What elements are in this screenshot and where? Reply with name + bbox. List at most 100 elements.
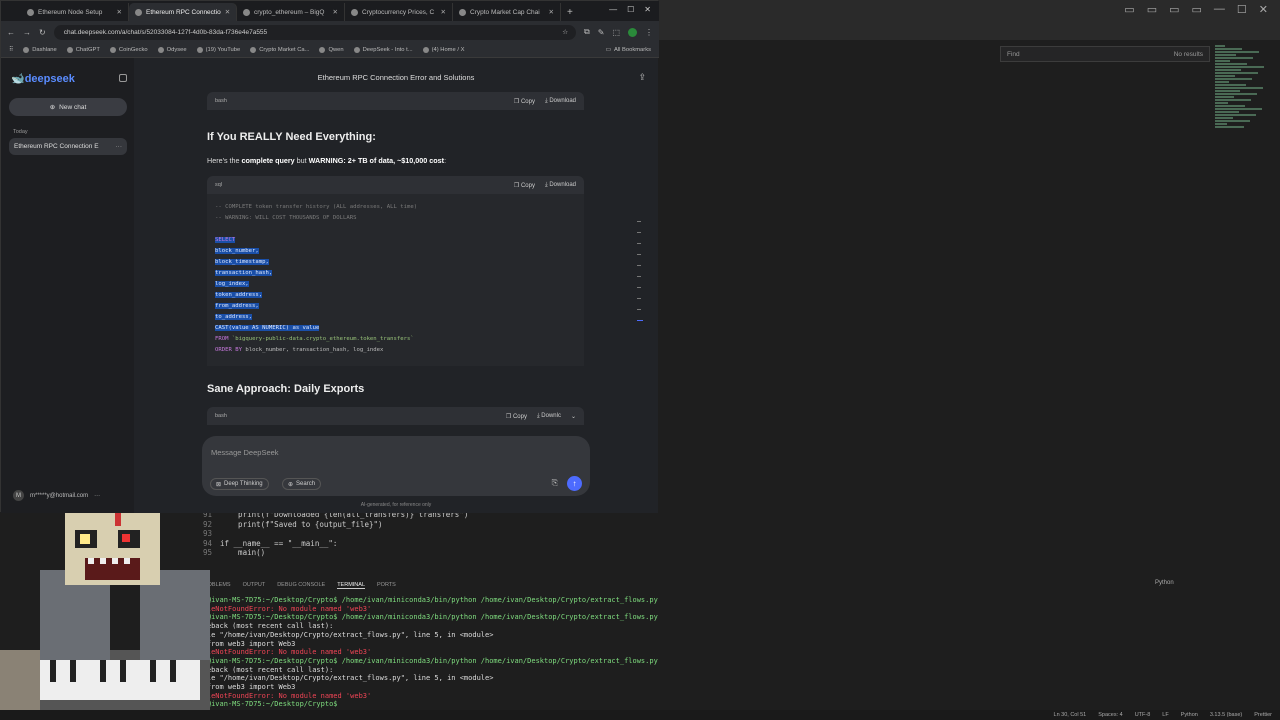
status-item[interactable]: Ln 30, Col 51 bbox=[1054, 712, 1087, 718]
extensions-icon[interactable]: ⧉ bbox=[584, 27, 590, 37]
back-icon[interactable]: ← bbox=[7, 28, 15, 37]
status-item[interactable]: UTF-8 bbox=[1135, 712, 1151, 718]
code-language: bash bbox=[215, 98, 227, 104]
terminal[interactable]: ivan@ivan-MS-7D75:~/Desktop/Crypto$ /hom… bbox=[190, 596, 1190, 709]
share-icon[interactable]: ⇪ bbox=[638, 72, 646, 83]
url-bar[interactable]: chat.deepseek.com/a/chat/s/52033084-127f… bbox=[53, 24, 577, 40]
sidebar-collapse-icon[interactable] bbox=[119, 74, 127, 82]
bookmark-label: (19) YouTube bbox=[205, 47, 241, 53]
user-menu-icon[interactable]: ··· bbox=[94, 493, 100, 499]
panel-tab-terminal[interactable]: TERMINAL bbox=[337, 582, 365, 589]
copy-button[interactable]: ❐ Copy bbox=[514, 98, 535, 105]
terminal-line: ModuleNotFoundError: No module named 'we… bbox=[190, 648, 372, 657]
tab-close-icon[interactable]: ✕ bbox=[441, 8, 446, 16]
minimize-icon[interactable]: — bbox=[609, 5, 617, 14]
tab-close-icon[interactable]: ✕ bbox=[117, 8, 122, 16]
message-input[interactable]: Message DeepSeek bbox=[211, 448, 279, 457]
attach-icon[interactable]: ⎘ bbox=[552, 478, 558, 488]
download-button[interactable]: ⤓ Download bbox=[545, 98, 576, 105]
bookmark-item[interactable]: Odysee bbox=[157, 47, 187, 53]
edit-icon[interactable]: ✎ bbox=[598, 28, 605, 37]
status-item[interactable]: LF bbox=[1162, 712, 1168, 718]
editor-code[interactable]: 91 print(f"Downloaded {len(all_transfers… bbox=[190, 510, 690, 558]
more-options-icon[interactable]: ··· bbox=[116, 143, 128, 150]
copy-button[interactable]: ❐ Copy bbox=[506, 413, 527, 420]
chevron-down-icon[interactable]: ⌄ bbox=[571, 413, 576, 420]
status-item[interactable]: Prettier bbox=[1254, 712, 1272, 718]
bookmark-item[interactable]: Qwen bbox=[319, 47, 344, 53]
bookmark-item[interactable]: Crypto Market Ca... bbox=[250, 47, 309, 53]
profile-avatar[interactable] bbox=[628, 27, 637, 37]
apps-icon[interactable]: ⠿ bbox=[9, 47, 13, 53]
tab-label: Ethereum Node Setup bbox=[38, 8, 103, 16]
bookmark-item[interactable]: Dashlane bbox=[23, 47, 57, 53]
reload-icon[interactable]: ↻ bbox=[39, 28, 46, 37]
search-button[interactable]: ⊕ Search bbox=[282, 478, 322, 490]
bookmark-item[interactable]: (4) Home / X bbox=[422, 47, 465, 53]
maximize-icon[interactable]: ☐ bbox=[627, 5, 634, 14]
tab-favicon-icon bbox=[243, 8, 250, 16]
user-profile[interactable]: Mm*****y@hotmail.com ··· bbox=[13, 490, 100, 501]
bookmark-item[interactable]: DeepSeek - Into t... bbox=[353, 47, 413, 53]
download-button[interactable]: ⤓ Downlc bbox=[537, 413, 561, 420]
deepseek-logo[interactable]: 🐋deepseek bbox=[11, 72, 75, 85]
section-heading: If You REALLY Need Everything: bbox=[207, 131, 376, 143]
history-item[interactable]: Ethereum RPC Connection E ··· bbox=[9, 138, 127, 155]
tab-close-icon[interactable]: ✕ bbox=[225, 8, 230, 16]
terminal-shell-label[interactable]: Python bbox=[1155, 580, 1174, 586]
status-item[interactable]: Python bbox=[1181, 712, 1198, 718]
copy-button[interactable]: ❐ Copy bbox=[514, 182, 535, 189]
forward-icon[interactable]: → bbox=[23, 28, 31, 37]
browser-tab[interactable]: crypto_ethereum – BigQ ✕ bbox=[237, 3, 345, 21]
terminal-line: ivan@ivan-MS-7D75:~/Desktop/Crypto$ /hom… bbox=[190, 613, 658, 622]
tab-close-icon[interactable]: ✕ bbox=[549, 8, 554, 16]
find-widget[interactable]: Find No results bbox=[1000, 46, 1210, 62]
code-field: from_address, bbox=[215, 303, 259, 309]
sql-code-block[interactable]: -- COMPLETE token transfer history (ALL … bbox=[207, 194, 584, 366]
browser-tab[interactable]: Cryptocurrency Prices, C ✕ bbox=[345, 3, 453, 21]
bookmark-item[interactable]: CoinGecko bbox=[109, 47, 148, 53]
tab-favicon-icon bbox=[27, 8, 34, 16]
code-block-header: bash ❐ Copy ⤓ Download bbox=[207, 92, 584, 110]
code-field: to_address, bbox=[215, 314, 253, 320]
new-tab-icon[interactable]: + bbox=[567, 7, 573, 18]
message-composer[interactable]: Message DeepSeek ⊠ Deep Thinking ⊕ Search … bbox=[202, 436, 590, 496]
bookmark-item[interactable]: ChatGPT bbox=[66, 47, 100, 53]
new-chat-icon: ⊕ bbox=[49, 104, 56, 111]
panel-tab-debug-console[interactable]: DEBUG CONSOLE bbox=[277, 582, 325, 588]
bookmark-favicon-icon bbox=[66, 47, 73, 53]
status-item[interactable]: 3.13.5 (base) bbox=[1210, 712, 1242, 718]
history-group-label: Today bbox=[13, 129, 28, 135]
menu-icon[interactable]: ⋮ bbox=[645, 28, 653, 37]
window-controls[interactable]: — ☐ ✕ bbox=[609, 5, 651, 14]
terminal-line: File "/home/ivan/Desktop/Crypto/extract_… bbox=[190, 674, 494, 683]
deep-thinking-button[interactable]: ⊠ Deep Thinking bbox=[210, 478, 269, 490]
tab-label: Crypto Market Cap Chai bbox=[470, 8, 540, 16]
bookmark-label: DeepSeek - Into t... bbox=[362, 47, 413, 53]
bookmark-label: (4) Home / X bbox=[431, 47, 465, 53]
code-block-header: bash ❐ Copy ⤓ Downlc ⌄ bbox=[207, 407, 584, 425]
download-button[interactable]: ⤓ Download bbox=[545, 182, 576, 189]
paragraph: Here's the complete query but WARNING: 2… bbox=[207, 156, 447, 165]
minimap[interactable] bbox=[1215, 44, 1270, 154]
bookmark-label: Qwen bbox=[328, 47, 344, 53]
find-input[interactable]: Find bbox=[1007, 51, 1020, 58]
vscode-layout-controls[interactable]: ▭ ▭ ▭ ▭ — ☐ ✕ bbox=[1124, 3, 1268, 16]
status-item[interactable]: Spaces: 4 bbox=[1098, 712, 1122, 718]
globe-icon: ⊕ bbox=[288, 481, 294, 488]
all-bookmarks-button[interactable]: ▭ All Bookmarks bbox=[605, 47, 651, 53]
tab-favicon-icon bbox=[135, 8, 142, 16]
panel-tab-ports[interactable]: PORTS bbox=[377, 582, 396, 588]
new-chat-button[interactable]: ⊕ New chat bbox=[9, 98, 127, 116]
code-keyword: SELECT bbox=[215, 237, 236, 243]
puzzle-icon[interactable]: ⬚ bbox=[612, 28, 620, 37]
close-icon[interactable]: ✕ bbox=[644, 5, 651, 14]
panel-tab-output[interactable]: OUTPUT bbox=[243, 582, 266, 588]
browser-tab[interactable]: Ethereum Node Setup ✕ bbox=[21, 3, 129, 21]
tab-close-icon[interactable]: ✕ bbox=[333, 8, 338, 16]
browser-tab[interactable]: Ethereum RPC Connectio ✕ bbox=[129, 3, 237, 21]
bookmark-star-icon[interactable]: ☆ bbox=[562, 28, 568, 36]
bookmark-item[interactable]: (19) YouTube bbox=[196, 47, 241, 53]
browser-tab[interactable]: Crypto Market Cap Chai ✕ bbox=[453, 3, 561, 21]
send-button[interactable]: ↑ bbox=[567, 476, 582, 491]
